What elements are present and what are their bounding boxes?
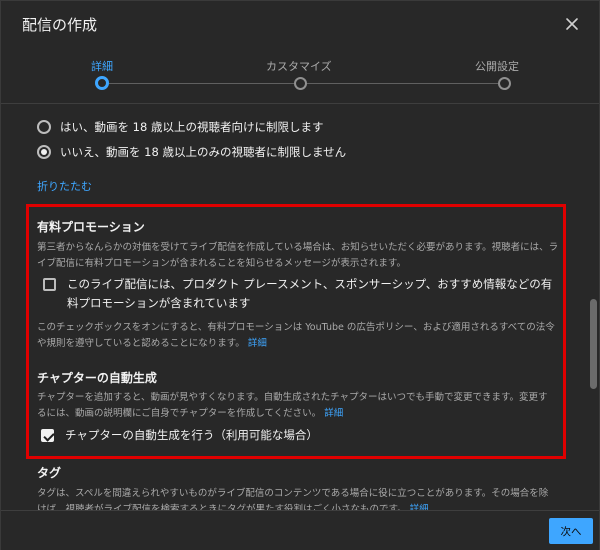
age-restrict-yes-label: はい、動画を 18 歳以上の視聴者向けに制限します xyxy=(60,120,324,134)
create-stream-dialog: 配信の作成 詳細 カスタマイズ 公開設定 はい、動画を 18 歳以上の視聴者向け… xyxy=(0,0,600,550)
age-restrict-no-label: いいえ、動画を 18 歳以上のみの視聴者に制限しません xyxy=(60,145,347,159)
paid-promotion-checkbox-row[interactable]: このライブ配信には、プロダクト プレースメント、スポンサーシップ、おすすめ情報な… xyxy=(43,275,553,313)
scrollbar-thumb[interactable] xyxy=(590,299,597,389)
auto-chapters-checkbox[interactable] xyxy=(41,429,54,442)
paid-promotion-note: このチェックボックスをオンにすると、有料プロモーションは YouTube の広告… xyxy=(37,322,555,349)
auto-chapters-checkbox-row[interactable]: チャプターの自動生成を行う（利用可能な場合） xyxy=(41,426,318,445)
stepper: 詳細 カスタマイズ 公開設定 xyxy=(1,51,599,101)
paid-promotion-title: 有料プロモーション xyxy=(37,220,145,234)
paid-promotion-checkbox[interactable] xyxy=(43,278,56,291)
stepper-line xyxy=(307,83,498,84)
step-label-customize[interactable]: カスタマイズ xyxy=(266,58,332,74)
age-restrict-no-option[interactable]: いいえ、動画を 18 歳以上のみの視聴者に制限しません xyxy=(37,144,346,160)
age-restrict-yes-option[interactable]: はい、動画を 18 歳以上の視聴者向けに制限します xyxy=(37,119,323,135)
radio-button-selected[interactable] xyxy=(37,145,51,159)
stepper-line xyxy=(109,83,294,84)
collapse-link[interactable]: 折りたたむ xyxy=(37,178,92,194)
auto-chapters-title: チャプターの自動生成 xyxy=(37,371,157,385)
tags-description: タグは、スペルを間違えられやすいものがライブ配信のコンテンツである場合に役に立つ… xyxy=(37,486,557,510)
tags-title: タグ xyxy=(37,466,62,480)
radio-button[interactable] xyxy=(37,120,51,134)
auto-chapters-description: チャプターを追加すると、動画が見やすくなります。自動生成されたチャプターはいつで… xyxy=(37,392,548,419)
step-dot-details[interactable] xyxy=(95,76,109,90)
dialog-title: 配信の作成 xyxy=(22,16,98,34)
paid-promotion-checkbox-label: このライブ配信には、プロダクト プレースメント、スポンサーシップ、おすすめ情報な… xyxy=(67,277,553,310)
scroll-content: はい、動画を 18 歳以上の視聴者向けに制限します いいえ、動画を 18 歳以上… xyxy=(1,104,591,510)
dialog-footer: 次へ xyxy=(1,510,599,550)
auto-chapters-details-link[interactable]: 詳細 xyxy=(324,408,343,419)
step-dot-customize[interactable] xyxy=(294,77,307,90)
step-dot-visibility[interactable] xyxy=(498,77,511,90)
step-label-details[interactable]: 詳細 xyxy=(91,58,113,74)
close-icon[interactable] xyxy=(562,14,582,34)
step-label-visibility[interactable]: 公開設定 xyxy=(475,58,519,74)
dialog-header: 配信の作成 xyxy=(1,1,599,49)
paid-promotion-description: 第三者からなんらかの対価を受けてライブ配信を作成している場合は、お知らせいただく… xyxy=(37,242,559,269)
next-button[interactable]: 次へ xyxy=(549,518,593,544)
paid-promotion-details-link[interactable]: 詳細 xyxy=(248,338,267,349)
auto-chapters-checkbox-label: チャプターの自動生成を行う（利用可能な場合） xyxy=(65,428,318,442)
